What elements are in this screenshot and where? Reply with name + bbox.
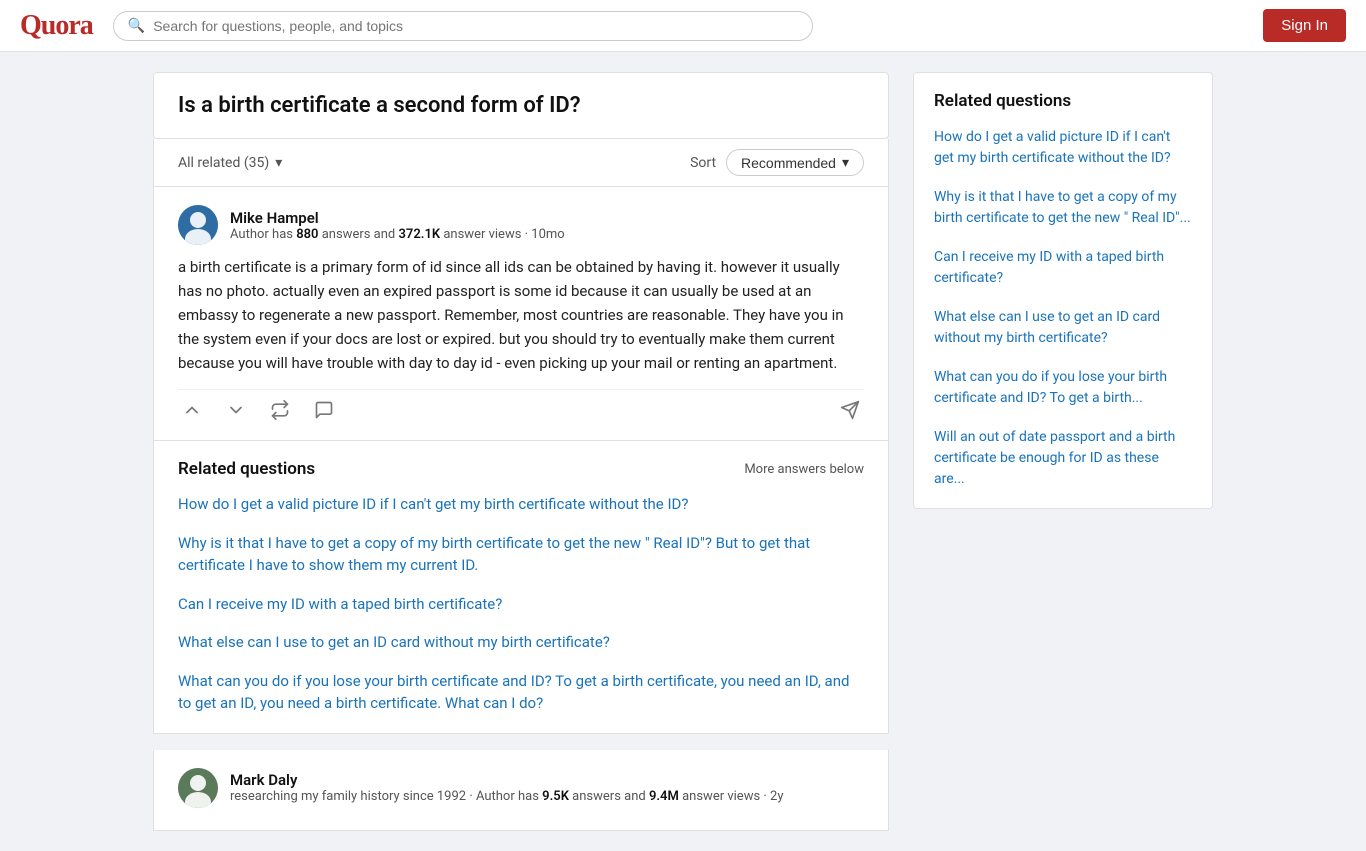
author-meta-2: researching my family history since 1992… xyxy=(230,789,783,804)
content-column: Is a birth certificate a second form of … xyxy=(153,72,889,831)
sidebar-link[interactable]: What else can I use to get an ID card wi… xyxy=(934,307,1192,349)
filter-right: Sort Recommended ▾ xyxy=(690,149,864,176)
related-link[interactable]: Can I receive my ID with a taped birth c… xyxy=(178,593,864,616)
downvote-button[interactable] xyxy=(222,396,250,424)
chevron-down-icon[interactable]: ▾ xyxy=(275,155,282,171)
logo[interactable]: Quora xyxy=(20,10,93,42)
sort-recommended-label: Recommended xyxy=(741,155,836,171)
answer-card-1: Mike Hampel Author has 880 answers and 3… xyxy=(153,187,889,441)
sort-label: Sort xyxy=(690,155,716,171)
avatar-1 xyxy=(178,205,218,245)
header-right: Sign In xyxy=(1263,9,1346,42)
related-inline-header: Related questions More answers below xyxy=(178,459,864,479)
sidebar-link[interactable]: Can I receive my ID with a taped birth c… xyxy=(934,247,1192,289)
filter-left: All related (35) ▾ xyxy=(178,155,282,171)
sidebar-links: How do I get a valid picture ID if I can… xyxy=(934,127,1192,490)
related-inline-card: Related questions More answers below How… xyxy=(153,441,889,734)
comment-button[interactable] xyxy=(310,396,338,424)
chevron-down-icon: ▾ xyxy=(842,154,849,171)
header: Quora 🔍 Sign In xyxy=(0,0,1366,52)
avatar-2 xyxy=(178,768,218,808)
author-meta-1: Author has 880 answers and 372.1K answer… xyxy=(230,227,565,242)
search-bar: 🔍 xyxy=(113,11,813,41)
answer-author-2: Mark Daly researching my family history … xyxy=(178,768,864,808)
answer-author-1: Mike Hampel Author has 880 answers and 3… xyxy=(178,205,864,245)
answer-text-1: a birth certificate is a primary form of… xyxy=(178,255,864,375)
related-links-inline: How do I get a valid picture ID if I can… xyxy=(178,493,864,715)
search-icon: 🔍 xyxy=(128,18,145,34)
main-container: Is a birth certificate a second form of … xyxy=(133,52,1233,851)
sidebar-link[interactable]: What can you do if you lose your birth c… xyxy=(934,367,1192,409)
sidebar-link[interactable]: Why is it that I have to get a copy of m… xyxy=(934,187,1192,229)
sign-in-button[interactable]: Sign In xyxy=(1263,9,1346,42)
related-link[interactable]: How do I get a valid picture ID if I can… xyxy=(178,493,864,516)
more-answers-label: More answers below xyxy=(744,462,864,477)
author-info-1: Mike Hampel Author has 880 answers and 3… xyxy=(230,209,565,242)
all-related-label[interactable]: All related (35) xyxy=(178,155,269,171)
sort-dropdown-button[interactable]: Recommended ▾ xyxy=(726,149,864,176)
related-link[interactable]: What else can I use to get an ID card wi… xyxy=(178,631,864,654)
sidebar-title: Related questions xyxy=(934,91,1192,111)
sidebar-link[interactable]: Will an out of date passport and a birth… xyxy=(934,427,1192,490)
related-link[interactable]: Why is it that I have to get a copy of m… xyxy=(178,532,864,577)
share-button[interactable] xyxy=(836,396,864,424)
search-input[interactable] xyxy=(153,18,798,34)
related-link[interactable]: What can you do if you lose your birth c… xyxy=(178,670,864,715)
author-name-2[interactable]: Mark Daly xyxy=(230,771,783,789)
action-bar-1 xyxy=(178,389,864,428)
question-title: Is a birth certificate a second form of … xyxy=(178,93,864,118)
sidebar-card: Related questions How do I get a valid p… xyxy=(913,72,1213,509)
repost-button[interactable] xyxy=(266,396,294,424)
author-name-1[interactable]: Mike Hampel xyxy=(230,209,565,227)
sidebar-link[interactable]: How do I get a valid picture ID if I can… xyxy=(934,127,1192,169)
sidebar: Related questions How do I get a valid p… xyxy=(913,72,1213,831)
question-card: Is a birth certificate a second form of … xyxy=(153,72,889,139)
upvote-button[interactable] xyxy=(178,396,206,424)
answer-card-2: Mark Daly researching my family history … xyxy=(153,750,889,831)
filter-bar: All related (35) ▾ Sort Recommended ▾ xyxy=(153,139,889,187)
author-info-2: Mark Daly researching my family history … xyxy=(230,771,783,804)
related-inline-title: Related questions xyxy=(178,459,315,479)
